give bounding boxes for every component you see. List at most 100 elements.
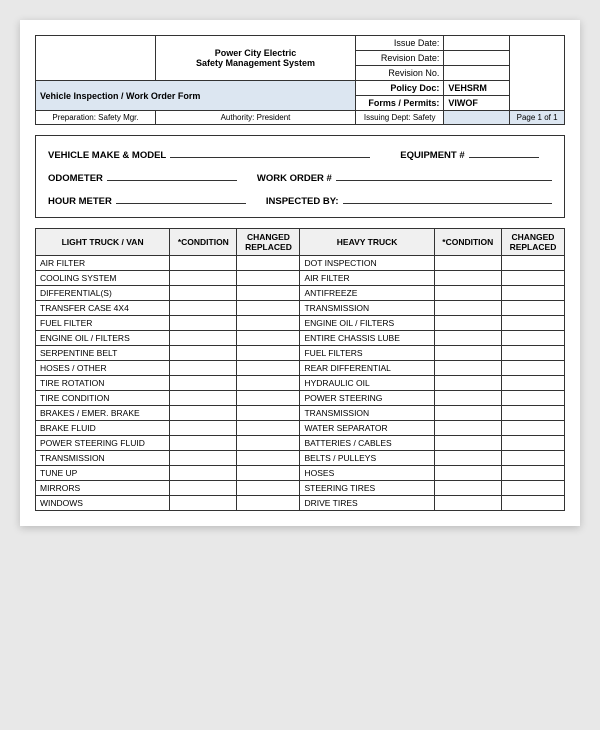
heavy-changed-14[interactable] [501, 466, 564, 481]
preparation-label: Preparation: Safety Mgr. [36, 111, 156, 125]
light-changed-9[interactable] [237, 391, 300, 406]
heavy-cond-9[interactable] [434, 391, 501, 406]
heavy-cond-15[interactable] [434, 481, 501, 496]
equipment-field[interactable] [469, 146, 539, 158]
light-cond-13[interactable] [170, 451, 237, 466]
table-row: AIR FILTER DOT INSPECTION [36, 256, 565, 271]
light-cond-16[interactable] [170, 496, 237, 511]
hour-meter-row: HOUR METER INSPECTED BY: [48, 192, 552, 207]
light-cond-3[interactable] [170, 301, 237, 316]
light-cond-11[interactable] [170, 421, 237, 436]
light-cond-10[interactable] [170, 406, 237, 421]
heavy-changed-8[interactable] [501, 376, 564, 391]
system-name: Safety Management System [160, 58, 351, 68]
light-changed-13[interactable] [237, 451, 300, 466]
light-changed-1[interactable] [237, 271, 300, 286]
heavy-cond-12[interactable] [434, 436, 501, 451]
heavy-cond-10[interactable] [434, 406, 501, 421]
heavy-changed-6[interactable] [501, 346, 564, 361]
th-condition1: *CONDITION [170, 229, 237, 256]
light-cond-12[interactable] [170, 436, 237, 451]
work-order-label: WORK ORDER # [257, 173, 332, 184]
light-item-6: SERPENTINE BELT [36, 346, 170, 361]
light-changed-5[interactable] [237, 331, 300, 346]
page-label-cell [444, 111, 510, 125]
heavy-changed-15[interactable] [501, 481, 564, 496]
light-changed-4[interactable] [237, 316, 300, 331]
heavy-changed-3[interactable] [501, 301, 564, 316]
light-changed-7[interactable] [237, 361, 300, 376]
make-model-field[interactable] [170, 146, 370, 158]
light-cond-1[interactable] [170, 271, 237, 286]
light-cond-8[interactable] [170, 376, 237, 391]
heavy-cond-6[interactable] [434, 346, 501, 361]
light-item-0: AIR FILTER [36, 256, 170, 271]
light-cond-5[interactable] [170, 331, 237, 346]
heavy-cond-8[interactable] [434, 376, 501, 391]
light-item-7: HOSES / OTHER [36, 361, 170, 376]
heavy-cond-3[interactable] [434, 301, 501, 316]
heavy-cond-1[interactable] [434, 271, 501, 286]
light-changed-16[interactable] [237, 496, 300, 511]
odometer-field[interactable] [107, 169, 237, 181]
light-cond-9[interactable] [170, 391, 237, 406]
heavy-cond-16[interactable] [434, 496, 501, 511]
light-cond-14[interactable] [170, 466, 237, 481]
light-changed-2[interactable] [237, 286, 300, 301]
light-cond-7[interactable] [170, 361, 237, 376]
table-row: MIRRORS STEERING TIRES [36, 481, 565, 496]
table-row: POWER STEERING FLUID BATTERIES / CABLES [36, 436, 565, 451]
heavy-cond-13[interactable] [434, 451, 501, 466]
light-changed-0[interactable] [237, 256, 300, 271]
light-changed-3[interactable] [237, 301, 300, 316]
light-changed-15[interactable] [237, 481, 300, 496]
light-cond-0[interactable] [170, 256, 237, 271]
heavy-changed-2[interactable] [501, 286, 564, 301]
heavy-cond-14[interactable] [434, 466, 501, 481]
light-changed-12[interactable] [237, 436, 300, 451]
heavy-changed-10[interactable] [501, 406, 564, 421]
light-changed-11[interactable] [237, 421, 300, 436]
heavy-changed-1[interactable] [501, 271, 564, 286]
heavy-item-15: STEERING TIRES [300, 481, 434, 496]
light-cond-6[interactable] [170, 346, 237, 361]
heavy-item-11: WATER SEPARATOR [300, 421, 434, 436]
heavy-cond-2[interactable] [434, 286, 501, 301]
heavy-changed-13[interactable] [501, 451, 564, 466]
heavy-cond-11[interactable] [434, 421, 501, 436]
light-cond-2[interactable] [170, 286, 237, 301]
light-changed-6[interactable] [237, 346, 300, 361]
hour-meter-field[interactable] [116, 192, 246, 204]
heavy-changed-16[interactable] [501, 496, 564, 511]
heavy-cond-4[interactable] [434, 316, 501, 331]
light-changed-14[interactable] [237, 466, 300, 481]
th-heavy-truck: HEAVY TRUCK [300, 229, 434, 256]
heavy-changed-0[interactable] [501, 256, 564, 271]
light-changed-8[interactable] [237, 376, 300, 391]
th-changed1: CHANGED REPLACED [237, 229, 300, 256]
page-value: Page 1 of 1 [510, 111, 565, 125]
th-light-truck: LIGHT TRUCK / VAN [36, 229, 170, 256]
heavy-changed-4[interactable] [501, 316, 564, 331]
heavy-cond-5[interactable] [434, 331, 501, 346]
light-item-10: BRAKES / EMER. BRAKE [36, 406, 170, 421]
light-cond-15[interactable] [170, 481, 237, 496]
heavy-cond-0[interactable] [434, 256, 501, 271]
form-title: Vehicle Inspection / Work Order Form [36, 81, 356, 111]
heavy-cond-7[interactable] [434, 361, 501, 376]
inspected-by-field[interactable] [343, 192, 552, 204]
heavy-changed-11[interactable] [501, 421, 564, 436]
light-item-3: TRANSFER CASE 4X4 [36, 301, 170, 316]
heavy-changed-12[interactable] [501, 436, 564, 451]
light-changed-10[interactable] [237, 406, 300, 421]
light-item-5: ENGINE OIL / FILTERS [36, 331, 170, 346]
light-cond-4[interactable] [170, 316, 237, 331]
revision-no-label: Revision No. [356, 66, 444, 81]
work-order-field[interactable] [336, 169, 552, 181]
vehicle-info-box: VEHICLE MAKE & MODEL EQUIPMENT # ODOMETE… [35, 135, 565, 218]
light-item-16: WINDOWS [36, 496, 170, 511]
table-row: DIFFERENTIAL(S) ANTIFREEZE [36, 286, 565, 301]
heavy-changed-5[interactable] [501, 331, 564, 346]
heavy-changed-7[interactable] [501, 361, 564, 376]
heavy-changed-9[interactable] [501, 391, 564, 406]
